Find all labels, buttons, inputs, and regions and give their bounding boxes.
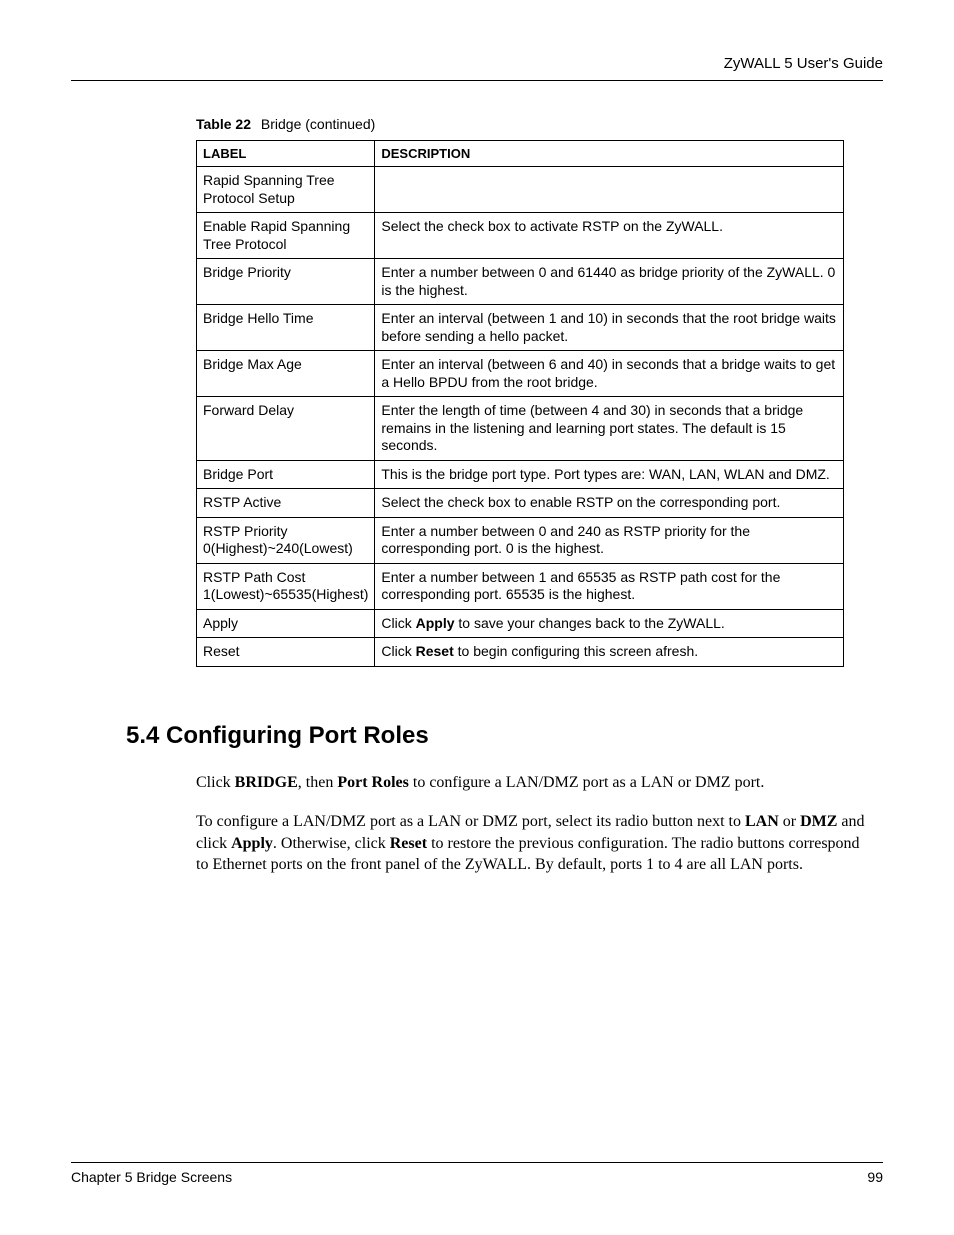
- cell-label: Rapid Spanning Tree Protocol Setup: [197, 167, 375, 213]
- cell-label: Bridge Port: [197, 460, 375, 489]
- cell-label: RSTP Priority 0(Highest)~240(Lowest): [197, 517, 375, 563]
- table-row: Bridge Max Age Enter an interval (betwee…: [197, 351, 844, 397]
- table-row: Rapid Spanning Tree Protocol Setup: [197, 167, 844, 213]
- cell-label: Bridge Priority: [197, 259, 375, 305]
- cell-label: Bridge Hello Time: [197, 305, 375, 351]
- footer-page-number: 99: [867, 1169, 883, 1185]
- cell-desc: Select the check box to activate RSTP on…: [375, 213, 844, 259]
- table-row: Forward Delay Enter the length of time (…: [197, 397, 844, 461]
- header-title: ZyWALL 5 User's Guide: [71, 55, 883, 72]
- table-caption-text: Bridge (continued): [261, 116, 375, 132]
- table-row: RSTP Active Select the check box to enab…: [197, 489, 844, 518]
- table-row: RSTP Path Cost 1(Lowest)~65535(Highest) …: [197, 563, 844, 609]
- section-heading: 5.4 Configuring Port Roles: [126, 722, 883, 750]
- table-row: Bridge Port This is the bridge port type…: [197, 460, 844, 489]
- cell-label: RSTP Active: [197, 489, 375, 518]
- table-row: Reset Click Reset to begin configuring t…: [197, 638, 844, 667]
- table-row: Enable Rapid Spanning Tree Protocol Sele…: [197, 213, 844, 259]
- cell-desc: Enter a number between 0 and 240 as RSTP…: [375, 517, 844, 563]
- cell-label: Apply: [197, 609, 375, 638]
- table-caption-number: Table 22: [196, 116, 251, 132]
- table-header-description: DESCRIPTION: [375, 141, 844, 167]
- table-caption: Table 22 Bridge (continued): [196, 116, 883, 132]
- cell-label: Forward Delay: [197, 397, 375, 461]
- bridge-table: LABEL DESCRIPTION Rapid Spanning Tree Pr…: [196, 140, 844, 667]
- footer: Chapter 5 Bridge Screens 99: [71, 1162, 883, 1185]
- cell-label: RSTP Path Cost 1(Lowest)~65535(Highest): [197, 563, 375, 609]
- paragraph-1: Click BRIDGE, then Port Roles to configu…: [196, 772, 868, 794]
- cell-label: Bridge Max Age: [197, 351, 375, 397]
- cell-label: Reset: [197, 638, 375, 667]
- cell-desc: Select the check box to enable RSTP on t…: [375, 489, 844, 518]
- cell-desc: Enter an interval (between 6 and 40) in …: [375, 351, 844, 397]
- table-header-label: LABEL: [197, 141, 375, 167]
- table-row: RSTP Priority 0(Highest)~240(Lowest) Ent…: [197, 517, 844, 563]
- footer-chapter: Chapter 5 Bridge Screens: [71, 1169, 232, 1185]
- cell-desc: [375, 167, 844, 213]
- footer-rule: [71, 1162, 883, 1163]
- header-rule: [71, 80, 883, 81]
- cell-desc: Click Apply to save your changes back to…: [375, 609, 844, 638]
- paragraph-2: To configure a LAN/DMZ port as a LAN or …: [196, 811, 868, 876]
- cell-desc: Enter a number between 0 and 61440 as br…: [375, 259, 844, 305]
- table-row: Bridge Priority Enter a number between 0…: [197, 259, 844, 305]
- cell-desc: Enter the length of time (between 4 and …: [375, 397, 844, 461]
- cell-desc: This is the bridge port type. Port types…: [375, 460, 844, 489]
- cell-label: Enable Rapid Spanning Tree Protocol: [197, 213, 375, 259]
- cell-desc: Enter an interval (between 1 and 10) in …: [375, 305, 844, 351]
- table-row: Bridge Hello Time Enter an interval (bet…: [197, 305, 844, 351]
- cell-desc: Enter a number between 1 and 65535 as RS…: [375, 563, 844, 609]
- cell-desc: Click Reset to begin configuring this sc…: [375, 638, 844, 667]
- table-row: Apply Click Apply to save your changes b…: [197, 609, 844, 638]
